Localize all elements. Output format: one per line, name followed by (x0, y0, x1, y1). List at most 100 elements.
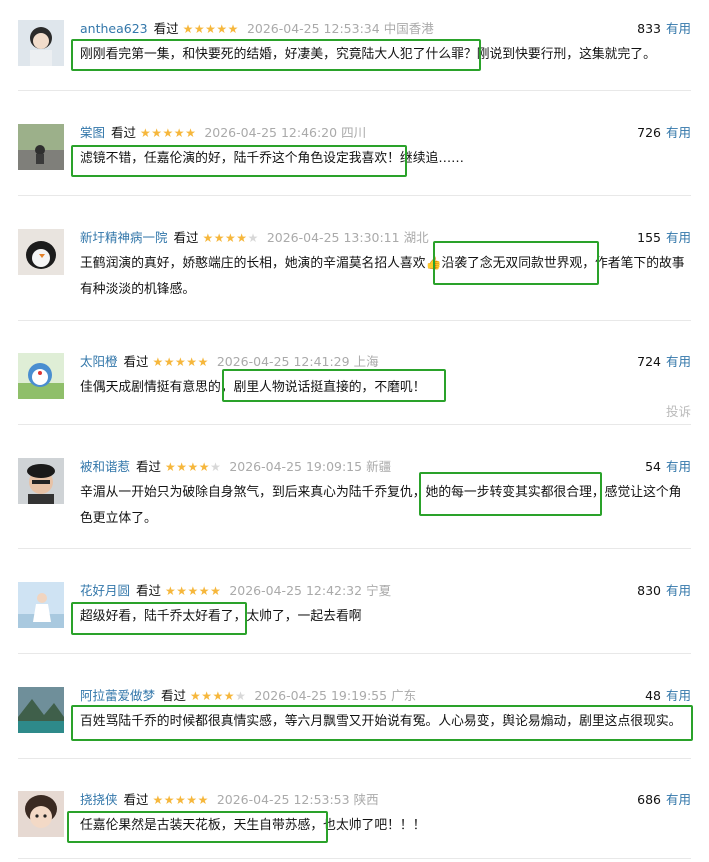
report-link[interactable]: 投诉 (666, 401, 691, 420)
watched-label: 看过 (123, 792, 149, 807)
comment-location: 新疆 (366, 459, 392, 474)
star-icon: ★★★★ (190, 689, 236, 703)
comment-time: 2026-04-25 12:46:20 (204, 125, 338, 140)
rating-stars: ★★★★★ (183, 22, 239, 36)
star-icon: ★★★★★ (152, 793, 209, 807)
comment-location: 湖北 (403, 230, 429, 245)
comment-time: 2026-04-25 19:09:15 (229, 459, 363, 474)
avatar[interactable] (18, 582, 64, 628)
rating-stars: ★★★★★ (190, 689, 246, 703)
comment-location: 宁夏 (366, 583, 392, 598)
vote-count: 724 (637, 354, 661, 369)
comment-time: 2026-04-25 12:41:29 (216, 354, 350, 369)
username-link[interactable]: 太阳橙 (80, 354, 118, 369)
username-link[interactable]: 花好月圆 (80, 583, 130, 598)
star-icon: ★★★★★ (182, 22, 239, 36)
comment-time: 2026-04-25 12:53:53 (216, 792, 350, 807)
avatar[interactable] (18, 791, 64, 837)
useful-vote: 54 有用 (645, 458, 691, 476)
avatar[interactable] (18, 124, 64, 170)
username-link[interactable]: 阿拉蕾爱做梦 (80, 688, 155, 703)
avatar[interactable] (18, 687, 64, 733)
useful-button[interactable]: 有用 (666, 125, 691, 140)
useful-vote: 48 有用 (645, 687, 691, 705)
username-link[interactable]: 新圩精神病一院 (80, 230, 168, 245)
divider (18, 90, 691, 91)
avatar[interactable] (18, 458, 64, 504)
comment-time: 2026-04-25 12:53:34 (246, 21, 380, 36)
username-link[interactable]: 挠挠侠 (80, 792, 118, 807)
useful-vote: 155 有用 (637, 229, 691, 247)
useful-vote: 830 有用 (637, 582, 691, 600)
avatar[interactable] (18, 229, 64, 275)
comment-text: 超级好看，陆千乔太好看了，太帅了，一起去看啊 (80, 609, 362, 624)
useful-button[interactable]: 有用 (666, 230, 691, 245)
comment-header: 阿拉蕾爱做梦 看过 ★★★★★ 2026-04-25 19:19:55 广东 (80, 687, 416, 705)
vote-count: 155 (637, 230, 661, 245)
rating-stars: ★★★★★ (153, 355, 209, 369)
username-link[interactable]: 被和谐惹 (80, 459, 130, 474)
comment-text: 刚刚看完第一集，和快要死的结婚，好凄美，究竟陆大人犯了什么罪？刚说到快要行刑，这… (80, 47, 656, 62)
comment-header: 新圩精神病一院 看过 ★★★★★ 2026-04-25 13:30:11 湖北 (80, 229, 429, 247)
useful-button[interactable]: 有用 (666, 583, 691, 598)
comment-text: 滤镜不错，任嘉伦演的好，陆千乔这个角色设定我喜欢！继续追…… (80, 151, 464, 166)
divider (18, 858, 691, 859)
useful-button[interactable]: 有用 (666, 792, 691, 807)
divider (18, 320, 691, 321)
divider (18, 548, 691, 549)
watched-label: 看过 (173, 230, 199, 245)
comment-location: 上海 (353, 354, 379, 369)
rating-stars: ★★★★★ (140, 126, 196, 140)
rating-stars: ★★★★★ (203, 231, 259, 245)
useful-vote: 724 有用 (637, 353, 691, 371)
comment-header: 花好月圆 看过 ★★★★★ 2026-04-25 12:42:32 宁夏 (80, 582, 391, 600)
watched-label: 看过 (123, 354, 149, 369)
useful-button[interactable]: 有用 (666, 459, 691, 474)
useful-vote: 726 有用 (637, 124, 691, 142)
divider (18, 424, 691, 425)
rating-stars: ★★★★★ (165, 584, 221, 598)
comment-location: 广东 (391, 688, 417, 703)
comment-header: 太阳橙 看过 ★★★★★ 2026-04-25 12:41:29 上海 (80, 353, 379, 371)
star-icon: ★★★★ (165, 460, 211, 474)
vote-count: 830 (637, 583, 661, 598)
vote-count: 48 (645, 688, 661, 703)
vote-count: 686 (637, 792, 661, 807)
comment-text: 辛湄从一开始只为破除自身煞气，到后来真心为陆千乔复仇，她的每一步转变其实都很合理… (80, 485, 682, 526)
star-icon: ★★★★ (202, 231, 248, 245)
comment-header: anthea623 看过 ★★★★★ 2026-04-25 12:53:34 中国香港 (80, 20, 434, 38)
comment-location: 中国香港 (383, 21, 434, 36)
comment-header: 挠挠侠 看过 ★★★★★ 2026-04-25 12:53:53 陕西 (80, 791, 379, 809)
star-icon: ★★★★★ (165, 584, 222, 598)
comment-location: 四川 (341, 125, 367, 140)
divider (18, 653, 691, 654)
comment-text: 任嘉伦果然是古装天花板，天生自带苏感，也太帅了吧！！！ (80, 818, 426, 833)
watched-label: 看过 (161, 688, 187, 703)
comment-location: 陕西 (353, 792, 379, 807)
star-empty-icon: ★ (235, 689, 247, 703)
watched-label: 看过 (111, 125, 137, 140)
divider (18, 758, 691, 759)
useful-vote: 833 有用 (637, 20, 691, 38)
comment-text: 百姓骂陆千乔的时候都很真情实感，等六月飘雪又开始说有冤。人心易变，舆论易煽动，剧… (80, 714, 682, 729)
comment-time: 2026-04-25 19:19:55 (254, 688, 388, 703)
watched-label: 看过 (136, 459, 162, 474)
vote-count: 54 (645, 459, 661, 474)
useful-button[interactable]: 有用 (666, 688, 691, 703)
star-empty-icon: ★ (247, 231, 259, 245)
star-empty-icon: ★ (210, 460, 222, 474)
username-link[interactable]: anthea623 (80, 21, 148, 36)
avatar[interactable] (18, 20, 64, 66)
avatar[interactable] (18, 353, 64, 399)
comment-time: 2026-04-25 12:42:32 (229, 583, 363, 598)
divider (18, 195, 691, 196)
star-icon: ★★★★★ (140, 126, 197, 140)
rating-stars: ★★★★★ (165, 460, 221, 474)
comment-text: 佳偶天成剧情挺有意思的，剧里人物说话挺直接的，不磨叽！ (80, 380, 426, 395)
useful-button[interactable]: 有用 (666, 21, 691, 36)
username-link[interactable]: 棠图 (80, 125, 105, 140)
star-icon: ★★★★★ (152, 355, 209, 369)
comment-time: 2026-04-25 13:30:11 (266, 230, 400, 245)
watched-label: 看过 (153, 21, 179, 36)
useful-button[interactable]: 有用 (666, 354, 691, 369)
